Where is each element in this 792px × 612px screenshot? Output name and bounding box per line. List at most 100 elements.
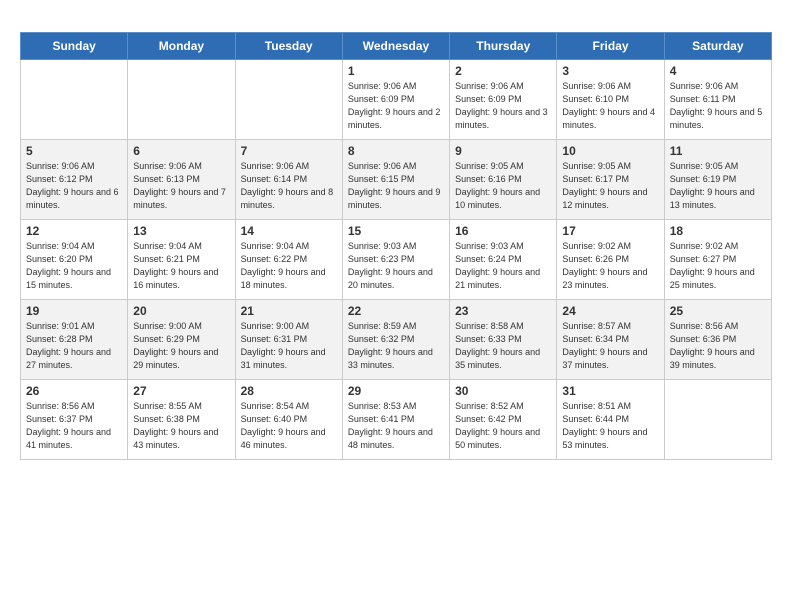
day-cell: 14 Sunrise: 9:04 AM Sunset: 6:22 PM Dayli… xyxy=(235,220,342,300)
day-cell: 5 Sunrise: 9:06 AM Sunset: 6:12 PM Daylig… xyxy=(21,140,128,220)
week-row-1: 1 Sunrise: 9:06 AM Sunset: 6:09 PM Daylig… xyxy=(21,60,772,140)
day-info: Sunrise: 9:02 AM Sunset: 6:26 PM Dayligh… xyxy=(562,240,658,292)
day-info: Sunrise: 9:04 AM Sunset: 6:22 PM Dayligh… xyxy=(241,240,337,292)
day-info: Sunrise: 9:00 AM Sunset: 6:31 PM Dayligh… xyxy=(241,320,337,372)
day-cell xyxy=(664,380,771,460)
day-number: 4 xyxy=(670,64,766,78)
day-number: 15 xyxy=(348,224,444,238)
day-info: Sunrise: 9:06 AM Sunset: 6:15 PM Dayligh… xyxy=(348,160,444,212)
day-info: Sunrise: 9:04 AM Sunset: 6:20 PM Dayligh… xyxy=(26,240,122,292)
day-number: 6 xyxy=(133,144,229,158)
day-cell: 2 Sunrise: 9:06 AM Sunset: 6:09 PM Daylig… xyxy=(450,60,557,140)
day-cell: 18 Sunrise: 9:02 AM Sunset: 6:27 PM Dayli… xyxy=(664,220,771,300)
day-number: 14 xyxy=(241,224,337,238)
day-number: 25 xyxy=(670,304,766,318)
week-row-5: 26Sunrise: 8:56 AM Sunset: 6:37 PM Dayli… xyxy=(21,380,772,460)
day-info: Sunrise: 8:59 AM Sunset: 6:32 PM Dayligh… xyxy=(348,320,444,372)
day-cell: 24 Sunrise: 8:57 AM Sunset: 6:34 PM Dayli… xyxy=(557,300,664,380)
day-cell: 12Sunrise: 9:04 AM Sunset: 6:20 PM Dayli… xyxy=(21,220,128,300)
day-number: 26 xyxy=(26,384,122,398)
day-cell: 28Sunrise: 8:54 AM Sunset: 6:40 PM Dayli… xyxy=(235,380,342,460)
day-cell: 19 Sunrise: 9:01 AM Sunset: 6:28 PM Dayli… xyxy=(21,300,128,380)
day-info: Sunrise: 9:03 AM Sunset: 6:23 PM Dayligh… xyxy=(348,240,444,292)
weekday-header-saturday: Saturday xyxy=(664,33,771,60)
day-cell: 31 Sunrise: 8:51 AM Sunset: 6:44 PM Dayli… xyxy=(557,380,664,460)
day-number: 11 xyxy=(670,144,766,158)
day-number: 23 xyxy=(455,304,551,318)
day-cell xyxy=(235,60,342,140)
day-cell: 26Sunrise: 8:56 AM Sunset: 6:37 PM Dayli… xyxy=(21,380,128,460)
day-info: Sunrise: 8:54 AM Sunset: 6:40 PM Dayligh… xyxy=(241,400,337,452)
day-cell: 3Sunrise: 9:06 AM Sunset: 6:10 PM Daylig… xyxy=(557,60,664,140)
day-cell: 30 Sunrise: 8:52 AM Sunset: 6:42 PM Dayli… xyxy=(450,380,557,460)
day-cell: 22 Sunrise: 8:59 AM Sunset: 6:32 PM Dayli… xyxy=(342,300,449,380)
day-info: Sunrise: 9:06 AM Sunset: 6:11 PM Dayligh… xyxy=(670,80,766,132)
day-number: 24 xyxy=(562,304,658,318)
day-number: 16 xyxy=(455,224,551,238)
calendar: SundayMondayTuesdayWednesdayThursdayFrid… xyxy=(20,32,772,460)
day-info: Sunrise: 9:02 AM Sunset: 6:27 PM Dayligh… xyxy=(670,240,766,292)
day-info: Sunrise: 9:05 AM Sunset: 6:19 PM Dayligh… xyxy=(670,160,766,212)
weekday-header-sunday: Sunday xyxy=(21,33,128,60)
day-cell xyxy=(128,60,235,140)
day-info: Sunrise: 8:56 AM Sunset: 6:36 PM Dayligh… xyxy=(670,320,766,372)
day-cell: 8 Sunrise: 9:06 AM Sunset: 6:15 PM Daylig… xyxy=(342,140,449,220)
weekday-header-thursday: Thursday xyxy=(450,33,557,60)
weekday-header-tuesday: Tuesday xyxy=(235,33,342,60)
day-number: 27 xyxy=(133,384,229,398)
day-info: Sunrise: 9:04 AM Sunset: 6:21 PM Dayligh… xyxy=(133,240,229,292)
day-number: 10 xyxy=(562,144,658,158)
day-number: 2 xyxy=(455,64,551,78)
day-number: 30 xyxy=(455,384,551,398)
day-info: Sunrise: 9:05 AM Sunset: 6:16 PM Dayligh… xyxy=(455,160,551,212)
day-number: 18 xyxy=(670,224,766,238)
day-info: Sunrise: 9:01 AM Sunset: 6:28 PM Dayligh… xyxy=(26,320,122,372)
day-cell: 15 Sunrise: 9:03 AM Sunset: 6:23 PM Dayli… xyxy=(342,220,449,300)
day-info: Sunrise: 9:06 AM Sunset: 6:12 PM Dayligh… xyxy=(26,160,122,212)
day-info: Sunrise: 9:06 AM Sunset: 6:09 PM Dayligh… xyxy=(455,80,551,132)
day-cell: 1Sunrise: 9:06 AM Sunset: 6:09 PM Daylig… xyxy=(342,60,449,140)
day-number: 8 xyxy=(348,144,444,158)
day-number: 17 xyxy=(562,224,658,238)
day-number: 1 xyxy=(348,64,444,78)
weekday-header-monday: Monday xyxy=(128,33,235,60)
day-info: Sunrise: 8:52 AM Sunset: 6:42 PM Dayligh… xyxy=(455,400,551,452)
day-info: Sunrise: 8:53 AM Sunset: 6:41 PM Dayligh… xyxy=(348,400,444,452)
day-cell: 16Sunrise: 9:03 AM Sunset: 6:24 PM Dayli… xyxy=(450,220,557,300)
day-number: 31 xyxy=(562,384,658,398)
day-cell: 25 Sunrise: 8:56 AM Sunset: 6:36 PM Dayli… xyxy=(664,300,771,380)
day-info: Sunrise: 8:51 AM Sunset: 6:44 PM Dayligh… xyxy=(562,400,658,452)
day-info: Sunrise: 9:06 AM Sunset: 6:14 PM Dayligh… xyxy=(241,160,337,212)
day-cell xyxy=(21,60,128,140)
day-cell: 17 Sunrise: 9:02 AM Sunset: 6:26 PM Dayli… xyxy=(557,220,664,300)
day-info: Sunrise: 8:58 AM Sunset: 6:33 PM Dayligh… xyxy=(455,320,551,372)
day-cell: 4 Sunrise: 9:06 AM Sunset: 6:11 PM Daylig… xyxy=(664,60,771,140)
day-number: 5 xyxy=(26,144,122,158)
day-info: Sunrise: 9:06 AM Sunset: 6:13 PM Dayligh… xyxy=(133,160,229,212)
day-number: 19 xyxy=(26,304,122,318)
day-number: 7 xyxy=(241,144,337,158)
page: General Blue SundayMondayTuesdayWednesda… xyxy=(0,0,792,470)
day-cell: 20Sunrise: 9:00 AM Sunset: 6:29 PM Dayli… xyxy=(128,300,235,380)
day-cell: 21Sunrise: 9:00 AM Sunset: 6:31 PM Dayli… xyxy=(235,300,342,380)
day-cell: 11 Sunrise: 9:05 AM Sunset: 6:19 PM Dayli… xyxy=(664,140,771,220)
day-number: 20 xyxy=(133,304,229,318)
day-cell: 13 Sunrise: 9:04 AM Sunset: 6:21 PM Dayli… xyxy=(128,220,235,300)
day-cell: 6 Sunrise: 9:06 AM Sunset: 6:13 PM Daylig… xyxy=(128,140,235,220)
day-cell: 27 Sunrise: 8:55 AM Sunset: 6:38 PM Dayli… xyxy=(128,380,235,460)
day-number: 13 xyxy=(133,224,229,238)
day-cell: 7 Sunrise: 9:06 AM Sunset: 6:14 PM Daylig… xyxy=(235,140,342,220)
day-info: Sunrise: 8:57 AM Sunset: 6:34 PM Dayligh… xyxy=(562,320,658,372)
day-info: Sunrise: 9:05 AM Sunset: 6:17 PM Dayligh… xyxy=(562,160,658,212)
weekday-header-wednesday: Wednesday xyxy=(342,33,449,60)
week-row-4: 19 Sunrise: 9:01 AM Sunset: 6:28 PM Dayli… xyxy=(21,300,772,380)
day-cell: 23 Sunrise: 8:58 AM Sunset: 6:33 PM Dayli… xyxy=(450,300,557,380)
day-number: 29 xyxy=(348,384,444,398)
day-info: Sunrise: 9:06 AM Sunset: 6:10 PM Dayligh… xyxy=(562,80,658,132)
day-cell: 10 Sunrise: 9:05 AM Sunset: 6:17 PM Dayli… xyxy=(557,140,664,220)
day-info: Sunrise: 8:55 AM Sunset: 6:38 PM Dayligh… xyxy=(133,400,229,452)
day-cell: 29 Sunrise: 8:53 AM Sunset: 6:41 PM Dayli… xyxy=(342,380,449,460)
day-number: 22 xyxy=(348,304,444,318)
day-cell: 9Sunrise: 9:05 AM Sunset: 6:16 PM Daylig… xyxy=(450,140,557,220)
week-row-3: 12Sunrise: 9:04 AM Sunset: 6:20 PM Dayli… xyxy=(21,220,772,300)
